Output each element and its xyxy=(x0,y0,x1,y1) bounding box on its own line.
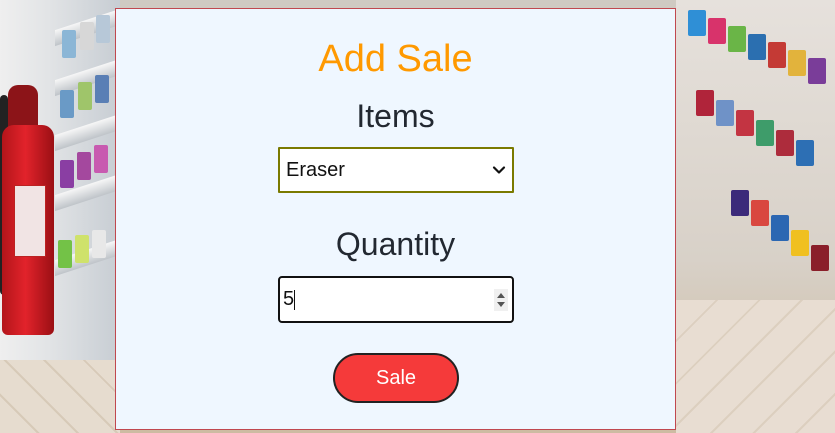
text-caret xyxy=(294,290,295,310)
items-select-value: Eraser xyxy=(286,159,345,181)
fire-extinguisher xyxy=(2,125,54,335)
extinguisher-valve xyxy=(8,85,38,130)
add-sale-form: Add Sale Items Eraser Quantity 5 Sale xyxy=(115,8,676,430)
left-floor xyxy=(0,360,120,433)
chevron-down-icon xyxy=(492,166,506,174)
spinner-arrows-icon[interactable] xyxy=(494,289,508,311)
right-floor xyxy=(676,300,835,433)
items-label: Items xyxy=(356,98,435,134)
form-title: Add Sale xyxy=(318,38,473,80)
sale-button[interactable]: Sale xyxy=(333,353,459,403)
quantity-label: Quantity xyxy=(335,226,456,262)
quantity-input[interactable]: 5 xyxy=(278,276,514,323)
items-select[interactable]: Eraser xyxy=(278,147,514,193)
quantity-input-value: 5 xyxy=(283,288,295,310)
